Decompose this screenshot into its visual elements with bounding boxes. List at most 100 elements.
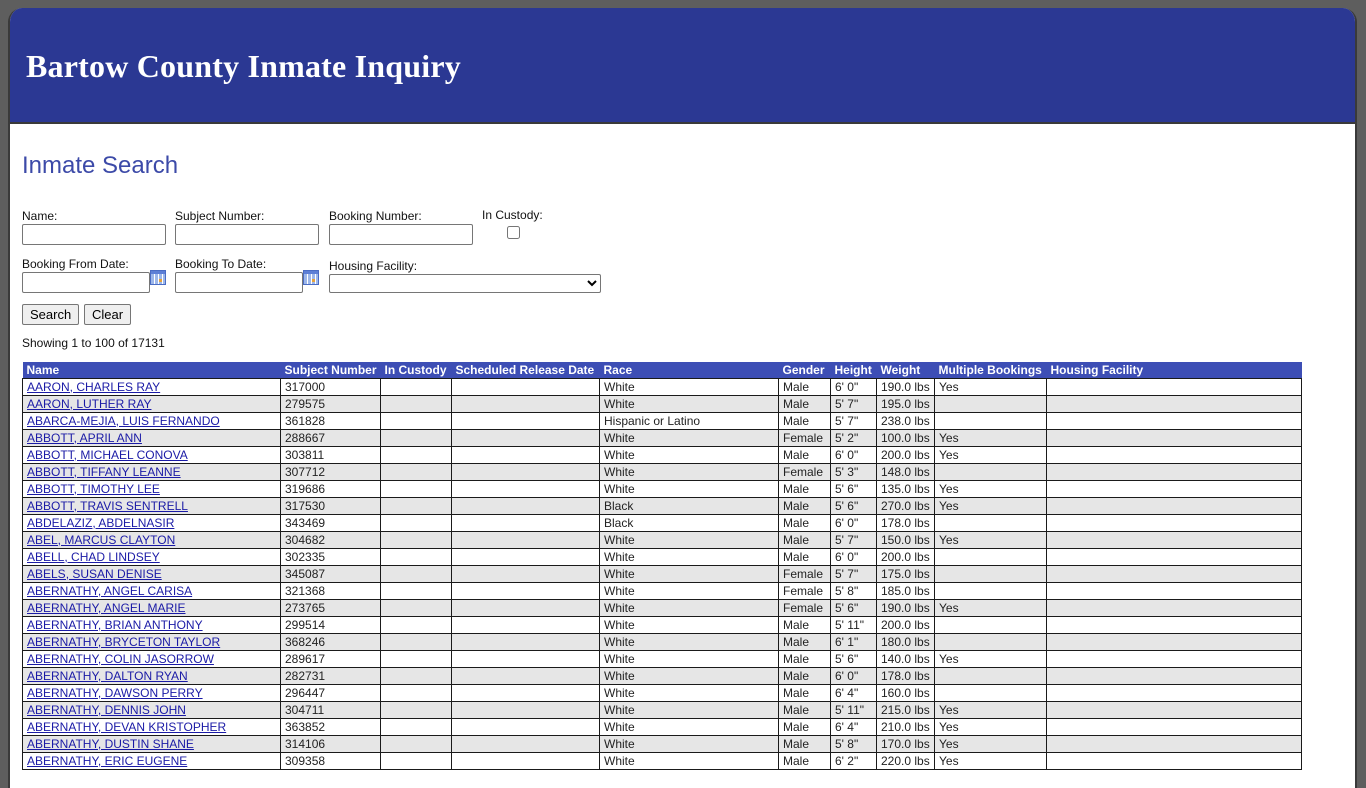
inmate-name-link[interactable]: ABEL, MARCUS CLAYTON (27, 533, 175, 547)
cell-gender: Male (778, 548, 831, 566)
cell-multiple-bookings: Yes (934, 446, 1047, 464)
housing-facility-select[interactable] (329, 274, 601, 293)
calendar-icon[interactable] (303, 270, 319, 285)
cell-height: 5' 2" (830, 429, 877, 447)
cell-gender: Male (778, 395, 831, 413)
cell-housing-facility (1046, 633, 1302, 651)
cell-race: White (599, 752, 779, 770)
cell-housing-facility (1046, 701, 1302, 719)
inmate-name-link[interactable]: ABERNATHY, COLIN JASORROW (27, 652, 214, 666)
clear-button[interactable]: Clear (84, 304, 132, 325)
cell-scheduled-release-date (451, 548, 600, 566)
cell-multiple-bookings: Yes (934, 752, 1047, 770)
cell-scheduled-release-date (451, 531, 600, 549)
cell-weight: 140.0 lbs (876, 650, 935, 668)
inmate-name-link[interactable]: ABERNATHY, DAWSON PERRY (27, 686, 203, 700)
cell-subject-number: 273765 (280, 599, 381, 617)
subject-number-label: Subject Number: (175, 209, 265, 223)
cell-weight: 200.0 lbs (876, 548, 935, 566)
inmate-name-link[interactable]: ABERNATHY, ERIC EUGENE (27, 754, 187, 768)
cell-gender: Male (778, 497, 831, 515)
cell-name: ABBOTT, TIMOTHY LEE (22, 480, 281, 498)
inmate-name-link[interactable]: ABELL, CHAD LINDSEY (27, 550, 160, 564)
booking-number-input[interactable] (329, 224, 473, 245)
in-custody-checkbox[interactable] (507, 226, 520, 239)
search-button[interactable]: Search (22, 304, 80, 325)
cell-multiple-bookings: Yes (934, 701, 1047, 719)
cell-subject-number: 296447 (280, 684, 381, 702)
page-title: Inmate Search (22, 152, 179, 179)
inmate-name-link[interactable]: AARON, CHARLES RAY (27, 380, 160, 394)
cell-name: ABERNATHY, DUSTIN SHANE (22, 735, 281, 753)
inmate-name-link[interactable]: ABERNATHY, DALTON RYAN (27, 669, 188, 683)
cell-housing-facility (1046, 531, 1302, 549)
inmate-name-link[interactable]: ABBOTT, TIMOTHY LEE (27, 482, 160, 496)
inmate-name-link[interactable]: ABERNATHY, ANGEL MARIE (27, 601, 186, 615)
cell-scheduled-release-date (451, 514, 600, 532)
cell-subject-number: 343469 (280, 514, 381, 532)
cell-weight: 215.0 lbs (876, 701, 935, 719)
cell-in-custody (380, 701, 452, 719)
cell-subject-number: 368246 (280, 633, 381, 651)
cell-race: White (599, 531, 779, 549)
cell-height: 5' 6" (830, 650, 877, 668)
inmate-name-link[interactable]: ABERNATHY, ANGEL CARISA (27, 584, 192, 598)
cell-race: White (599, 395, 779, 413)
inmate-name-link[interactable]: ABERNATHY, BRIAN ANTHONY (27, 618, 203, 632)
cell-subject-number: 309358 (280, 752, 381, 770)
cell-multiple-bookings (934, 463, 1047, 481)
cell-race: White (599, 684, 779, 702)
cell-housing-facility (1046, 735, 1302, 753)
cell-race: Black (599, 514, 779, 532)
cell-scheduled-release-date (451, 582, 600, 600)
cell-multiple-bookings: Yes (934, 650, 1047, 668)
inmate-name-link[interactable]: ABBOTT, MICHAEL CONOVA (27, 448, 188, 462)
calendar-icon[interactable] (150, 270, 166, 285)
inmate-name-link[interactable]: ABELS, SUSAN DENISE (27, 567, 162, 581)
inmate-name-link[interactable]: ABERNATHY, DUSTIN SHANE (27, 737, 194, 751)
booking-from-date-input[interactable] (22, 272, 150, 293)
table-row: ABBOTT, MICHAEL CONOVA 303811 White Male 6' … (22, 446, 1302, 464)
column-header-height: Height (830, 362, 877, 379)
cell-scheduled-release-date (451, 429, 600, 447)
name-label: Name: (22, 209, 58, 223)
cell-race: White (599, 446, 779, 464)
in-custody-label: In Custody: (482, 208, 543, 222)
cell-weight: 175.0 lbs (876, 565, 935, 583)
cell-housing-facility (1046, 514, 1302, 532)
cell-race: White (599, 599, 779, 617)
cell-in-custody (380, 463, 452, 481)
booking-to-date-input[interactable] (175, 272, 303, 293)
cell-scheduled-release-date (451, 684, 600, 702)
table-row: ABELS, SUSAN DENISE 345087 White Female 5' 7… (22, 565, 1302, 583)
cell-gender: Male (778, 735, 831, 753)
inmate-name-link[interactable]: ABARCA-MEJIA, LUIS FERNANDO (27, 414, 220, 428)
subject-number-field-group: Subject Number: (175, 209, 319, 245)
cell-gender: Female (778, 429, 831, 447)
cell-subject-number: 319686 (280, 480, 381, 498)
cell-gender: Male (778, 412, 831, 430)
cell-subject-number: 302335 (280, 548, 381, 566)
name-input[interactable] (22, 224, 166, 245)
inmate-name-link[interactable]: ABERNATHY, DENNIS JOHN (27, 703, 186, 717)
inmate-name-link[interactable]: ABERNATHY, BRYCETON TAYLOR (27, 635, 220, 649)
cell-height: 5' 7" (830, 565, 877, 583)
table-row: ABERNATHY, DUSTIN SHANE 314106 White Male 5'… (22, 735, 1302, 753)
cell-race: White (599, 548, 779, 566)
page-frame: Bartow County Inmate Inquiry Inmate Sear… (8, 8, 1357, 788)
inmate-name-link[interactable]: ABBOTT, TRAVIS SENTRELL (27, 499, 188, 513)
inmate-name-link[interactable]: ABBOTT, APRIL ANN (27, 431, 142, 445)
inmate-name-link[interactable]: ABBOTT, TIFFANY LEANNE (27, 465, 181, 479)
inmate-name-link[interactable]: ABERNATHY, DEVAN KRISTOPHER (27, 720, 226, 734)
cell-in-custody (380, 395, 452, 413)
table-row: ABDELAZIZ, ABDELNASIR 343469 Black Male 6' 0… (22, 514, 1302, 532)
results-table: Name Subject Number In Custody Scheduled Re… (22, 362, 1302, 770)
subject-number-input[interactable] (175, 224, 319, 245)
column-header-name: Name (22, 362, 281, 379)
table-row: ABBOTT, TIFFANY LEANNE 307712 White Female 5… (22, 463, 1302, 481)
column-header-scheduled-release-date: Scheduled Release Date (451, 362, 600, 379)
inmate-name-link[interactable]: AARON, LUTHER RAY (27, 397, 151, 411)
inmate-name-link[interactable]: ABDELAZIZ, ABDELNASIR (27, 516, 174, 530)
cell-multiple-bookings (934, 514, 1047, 532)
cell-height: 5' 6" (830, 599, 877, 617)
